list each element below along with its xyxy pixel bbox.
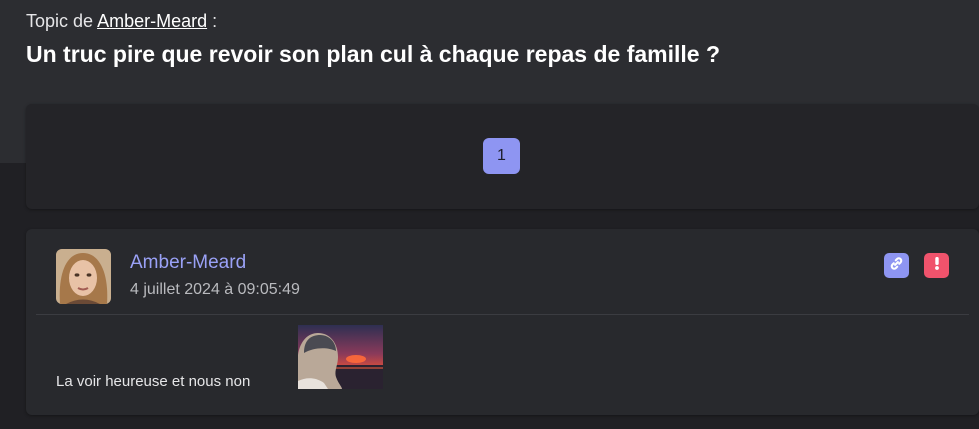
page-title: Un truc pire que revoir son plan cul à c… — [26, 41, 721, 67]
post-author-link[interactable]: Amber-Meard — [130, 252, 246, 274]
page-1-button[interactable]: 1 — [483, 138, 520, 174]
permalink-button[interactable] — [884, 253, 909, 278]
topic-prefix: Topic de — [26, 11, 94, 31]
topic-author-link[interactable]: Amber-Meard — [97, 11, 207, 31]
post-body-text: La voir heureuse et nous non — [56, 373, 251, 390]
post-sticker-image — [298, 325, 383, 389]
link-icon — [889, 256, 904, 276]
alert-icon — [930, 255, 944, 276]
topic-suffix: : — [212, 11, 218, 31]
forum-post: Amber-Meard 4 juillet 2024 à 09:05:49 La… — [26, 229, 979, 415]
post-date: 4 juillet 2024 à 09:05:49 — [130, 281, 300, 298]
pagination-bar: 1 — [26, 104, 979, 209]
topic-author-line: Topic de Amber-Meard : — [26, 11, 217, 32]
post-divider — [36, 314, 969, 315]
report-button[interactable] — [924, 253, 949, 278]
avatar[interactable] — [56, 249, 111, 304]
